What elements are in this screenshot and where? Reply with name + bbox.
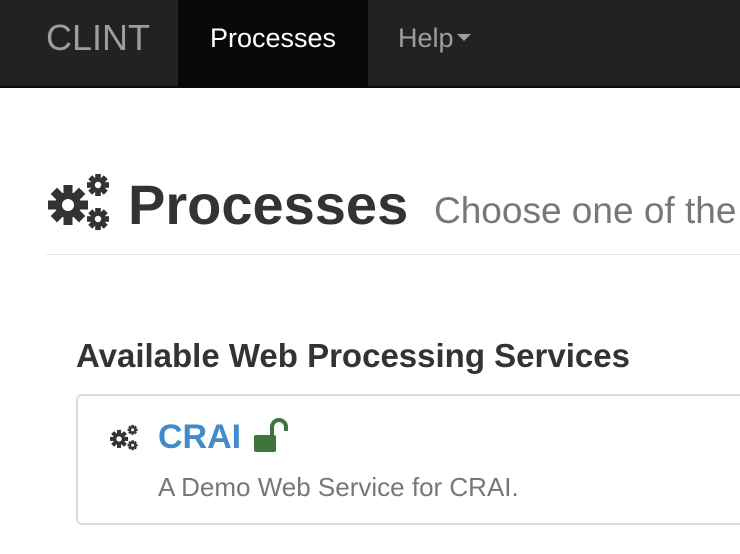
page-title: Processes [128, 173, 409, 236]
section-title: Available Web Processing Services [76, 337, 630, 374]
nav-processes[interactable]: Processes [178, 0, 368, 86]
cogs-icon [110, 424, 138, 451]
service-description: A Demo Web Service for CRAI. [158, 472, 519, 502]
page-header: Processes Choose one of the [46, 168, 740, 255]
brand-link[interactable]: CLINT [46, 0, 150, 86]
page-subtitle: Choose one of the [434, 190, 737, 231]
service-panel[interactable]: CRAI A Demo Web Service for CRAI. [76, 394, 740, 525]
cogs-icon [48, 174, 109, 230]
caret-down-icon [456, 34, 471, 42]
nav-help-dropdown[interactable]: Help [398, 0, 471, 86]
nav-help-label: Help [398, 23, 454, 53]
top-navbar: CLINT Processes Help [0, 0, 740, 88]
unlock-icon [254, 418, 288, 452]
service-name-link[interactable]: CRAI [158, 416, 241, 458]
